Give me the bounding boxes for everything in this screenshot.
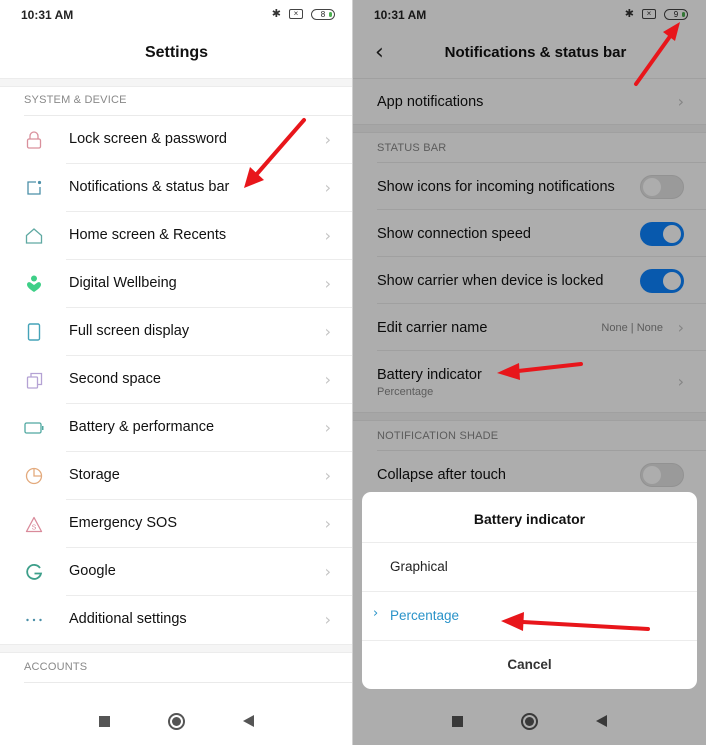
settings-item-battery-performance[interactable]: Battery & performance › bbox=[0, 404, 353, 452]
google-icon bbox=[24, 562, 44, 582]
second-space-icon bbox=[24, 370, 44, 390]
page-title: Settings bbox=[144, 44, 209, 61]
option-label: Graphical bbox=[390, 559, 448, 574]
storage-icon bbox=[24, 466, 44, 486]
settings-item-second-space[interactable]: Second space › bbox=[0, 356, 353, 404]
chevron-right-icon: › bbox=[324, 562, 331, 581]
status-bar: 10:31 AM ✱ × 8 bbox=[0, 0, 353, 30]
settings-item-label: Storage bbox=[69, 467, 120, 483]
dialog-option-graphical[interactable]: Graphical bbox=[362, 543, 697, 591]
chevron-right-icon: › bbox=[324, 226, 331, 245]
chevron-right-icon: › bbox=[324, 418, 331, 437]
back-button[interactable] bbox=[243, 715, 254, 727]
chevron-right-icon: › bbox=[324, 514, 331, 533]
settings-item-label: Notifications & status bar bbox=[69, 179, 230, 195]
section-divider bbox=[0, 644, 353, 653]
battery-indicator-dialog: Battery indicator Graphical › Percentage… bbox=[362, 492, 697, 689]
wellbeing-icon bbox=[24, 274, 44, 294]
sim-icon: × bbox=[289, 9, 303, 19]
home-icon bbox=[24, 226, 44, 246]
settings-item-notifications[interactable]: Notifications & status bar › bbox=[0, 164, 353, 212]
recents-button[interactable] bbox=[99, 715, 110, 727]
settings-item-additional-settings[interactable]: Additional settings › bbox=[0, 596, 353, 644]
settings-item-full-screen-display[interactable]: Full screen display › bbox=[0, 308, 353, 356]
chevron-right-icon: › bbox=[324, 274, 331, 293]
settings-item-label: Full screen display bbox=[69, 323, 190, 339]
section-header-accounts: ACCOUNTS bbox=[24, 661, 88, 673]
navigation-bar bbox=[0, 697, 353, 745]
settings-item-digital-wellbeing[interactable]: Digital Wellbeing › bbox=[0, 260, 353, 308]
home-button[interactable] bbox=[168, 712, 185, 730]
settings-item-label: Additional settings bbox=[69, 611, 187, 627]
chevron-right-icon: › bbox=[324, 130, 331, 149]
chevron-right-icon: › bbox=[324, 610, 331, 629]
settings-item-label: Emergency SOS bbox=[69, 515, 177, 531]
settings-item-label: Lock screen & password bbox=[69, 131, 227, 147]
selected-check-icon: › bbox=[373, 606, 379, 621]
settings-item-label: Digital Wellbeing bbox=[69, 275, 177, 291]
settings-screen: 10:31 AM ✱ × 8 Settings SYSTEM & DEVICE … bbox=[0, 0, 353, 745]
bluetooth-icon: ✱ bbox=[271, 8, 281, 20]
sos-icon: S bbox=[24, 514, 44, 534]
divider bbox=[24, 682, 353, 683]
settings-item-home-screen[interactable]: Home screen & Recents › bbox=[0, 212, 353, 260]
svg-text:S: S bbox=[32, 524, 37, 531]
chevron-right-icon: › bbox=[324, 370, 331, 389]
settings-item-label: Home screen & Recents bbox=[69, 227, 227, 243]
settings-item-emergency-sos[interactable]: S Emergency SOS › bbox=[0, 500, 353, 548]
settings-item-google[interactable]: Google › bbox=[0, 548, 353, 596]
section-header-system: SYSTEM & DEVICE bbox=[24, 94, 127, 106]
section-divider bbox=[0, 78, 353, 87]
notifications-status-bar-screen: 10:31 AM ✱ × 9 ‹ Notifications & status … bbox=[353, 0, 706, 745]
lock-icon bbox=[24, 130, 44, 150]
settings-item-lock-screen[interactable]: Lock screen & password › bbox=[0, 116, 353, 164]
settings-item-label: Google bbox=[69, 563, 116, 579]
phone-icon bbox=[24, 322, 44, 342]
settings-list: Lock screen & password › Notifications &… bbox=[0, 116, 353, 644]
dialog-title: Battery indicator bbox=[473, 511, 586, 527]
cancel-button[interactable]: Cancel bbox=[362, 641, 697, 689]
more-icon bbox=[24, 610, 44, 630]
settings-item-label: Battery & performance bbox=[69, 419, 215, 435]
chevron-right-icon: › bbox=[324, 178, 331, 197]
settings-item-storage[interactable]: Storage › bbox=[0, 452, 353, 500]
battery-icon bbox=[24, 418, 44, 438]
status-time: 10:31 AM bbox=[21, 8, 74, 22]
settings-item-label: Second space bbox=[69, 371, 161, 387]
battery-icon: 8 bbox=[311, 8, 335, 20]
battery-level: 8 bbox=[320, 9, 326, 19]
option-label: Percentage bbox=[390, 608, 460, 623]
chevron-right-icon: › bbox=[324, 322, 331, 341]
chevron-right-icon: › bbox=[324, 466, 331, 485]
dialog-option-percentage[interactable]: › Percentage bbox=[362, 592, 697, 640]
notification-icon bbox=[24, 178, 44, 198]
